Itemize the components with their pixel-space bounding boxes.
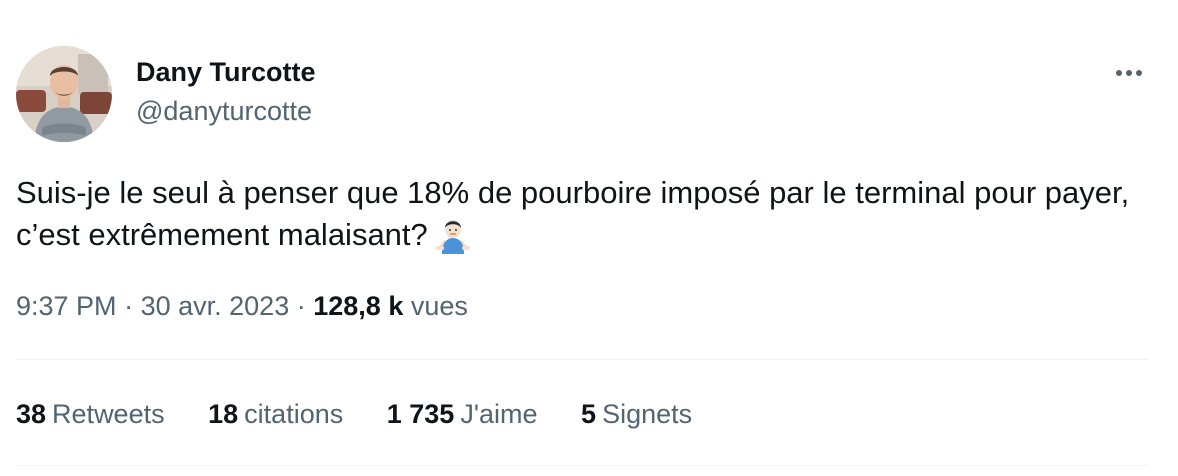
quotes-label: citations (244, 399, 344, 429)
bookmarks-label: Signets (602, 399, 693, 429)
likes-count: 1 735 (386, 399, 455, 429)
user-info: Dany Turcotte @danyturcotte (136, 54, 316, 129)
retweets-count: 38 (16, 399, 47, 429)
bookmarks-stat[interactable]: 5 Signets (581, 396, 692, 432)
bookmarks-count: 5 (581, 399, 597, 429)
more-options-button[interactable] (1112, 60, 1148, 86)
person-shrugging-emoji-icon (434, 216, 472, 254)
quotes-stat[interactable]: 18 citations (208, 396, 343, 432)
likes-stat[interactable]: 1 735 J'aime (387, 396, 538, 432)
tweet-text: Suis-je le seul à penser que 18% de pour… (16, 175, 1130, 252)
avatar[interactable] (16, 46, 112, 142)
tweet-text-block: Suis-je le seul à penser que 18% de pour… (16, 172, 1136, 256)
tweet-card: Dany Turcotte @danyturcotte Suis-je le s… (0, 0, 1178, 476)
retweets-label: Retweets (52, 399, 165, 429)
divider (16, 465, 1148, 466)
engagement-stats: 38 Retweets 18 citations 1 735 J'aime 5 Sign… (16, 396, 728, 432)
profile-photo-icon (16, 46, 112, 142)
tweet-date[interactable]: 30 avr. 2023 (141, 291, 290, 321)
views-label: vues (410, 291, 468, 321)
display-name[interactable]: Dany Turcotte (136, 54, 316, 90)
meta-separator: · (124, 291, 134, 321)
views-count: 128,8 k (313, 291, 404, 321)
likes-label: J'aime (460, 399, 538, 429)
retweets-stat[interactable]: 38 Retweets (16, 396, 165, 432)
meta-separator: · (296, 291, 306, 321)
tweet-time[interactable]: 9:37 PM (16, 291, 117, 321)
tweet-meta: 9:37 PM · 30 avr. 2023 · 128,8 k vues (16, 288, 468, 324)
user-handle[interactable]: @danyturcotte (136, 93, 316, 129)
ellipsis-horizontal-icon (1116, 70, 1142, 76)
quotes-count: 18 (208, 399, 239, 429)
divider (16, 359, 1148, 360)
